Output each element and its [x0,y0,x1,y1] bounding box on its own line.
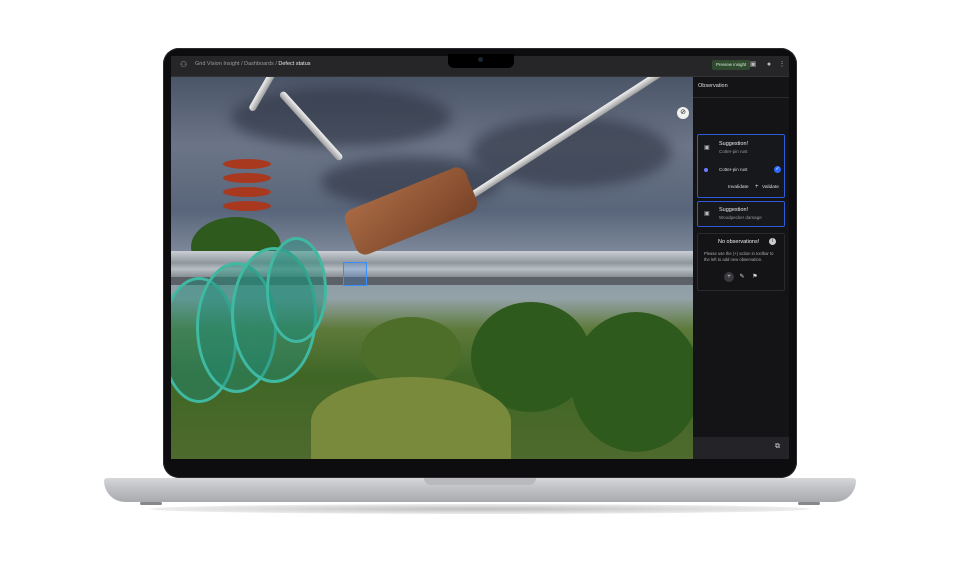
invalidate-button[interactable]: Invalidate [728,185,749,190]
red-insulator-disc [223,187,271,197]
divider [693,97,789,98]
suggestion-subtitle: Cotter-pin rust [719,149,748,154]
add-icon[interactable]: + [724,272,734,282]
breadcrumb-current: Defect status [278,61,311,67]
red-insulator-disc [223,173,271,183]
suggestion-card-cotter-pin[interactable]: ▣ Suggestion! Cotter-pin rust Cotter-pin… [697,134,785,198]
suggestion-heading: Suggestion! [719,141,749,147]
breadcrumb: Grid Vision Insight / Dashboards / Defec… [195,61,311,67]
observation-panel: Observation ▣ Suggestion! Cotter-pin rus… [693,77,789,459]
camera-lens [478,57,483,62]
empty-text: Please use the (+) action in toolbar to … [704,251,774,262]
breadcrumb-dashboards[interactable]: Dashboards [244,61,274,67]
option-radio[interactable] [704,168,708,172]
image-icon: ▣ [704,211,710,217]
account-icon[interactable]: ● [764,60,774,70]
suggestion-subtitle: Woodpecker damage [719,215,762,220]
app-screen: ⚇ Grid Vision Insight / Dashboards / Def… [171,56,789,459]
plus-icon: + [755,184,759,190]
info-icon[interactable]: i [769,238,776,245]
zoom-icon[interactable]: ⊘ [677,107,689,119]
flag-icon[interactable]: ⚑ [750,272,760,282]
preview-insight-button[interactable]: Preview insight [712,60,751,70]
inspection-image[interactable]: ⊘ + ✎ ⚑ ✓ ⋮ + [171,77,693,459]
tree [571,312,693,452]
red-insulator-disc [223,159,271,169]
suggestion-card-woodpecker[interactable]: ▣ Suggestion! Woodpecker damage [697,201,785,227]
grass-field [311,377,511,459]
option-label: Cotter-pin rust [719,167,748,172]
annotation-bounding-box[interactable] [343,262,367,286]
more-vert-icon[interactable]: ⋮ [777,60,787,70]
laptop-foot [798,502,820,505]
empty-heading: No observations! [718,239,760,245]
suggestion-heading: Suggestion! [719,207,749,213]
laptop-foot [140,502,162,505]
laptop-shadow [150,504,810,514]
laptop-opening-lip [424,478,536,485]
no-observations-card: No observations! i Please use the (+) ac… [697,233,785,291]
check-circle-icon[interactable]: ✓ [774,166,781,173]
validate-button[interactable]: Validate [762,185,779,190]
cloud [231,87,451,147]
image-icon: ▣ [704,145,710,151]
red-insulator-disc [223,201,271,211]
pencil-icon[interactable]: ✎ [737,272,747,282]
breadcrumb-app[interactable]: Grid Vision Insight [195,61,240,67]
calendar-icon[interactable]: ▣ [748,60,758,70]
app-logo-icon[interactable]: ⚇ [180,60,187,69]
open-external-icon[interactable]: ⧉ [775,443,780,451]
panel-title: Observation [698,83,728,89]
glass-insulator-disc [266,237,327,343]
